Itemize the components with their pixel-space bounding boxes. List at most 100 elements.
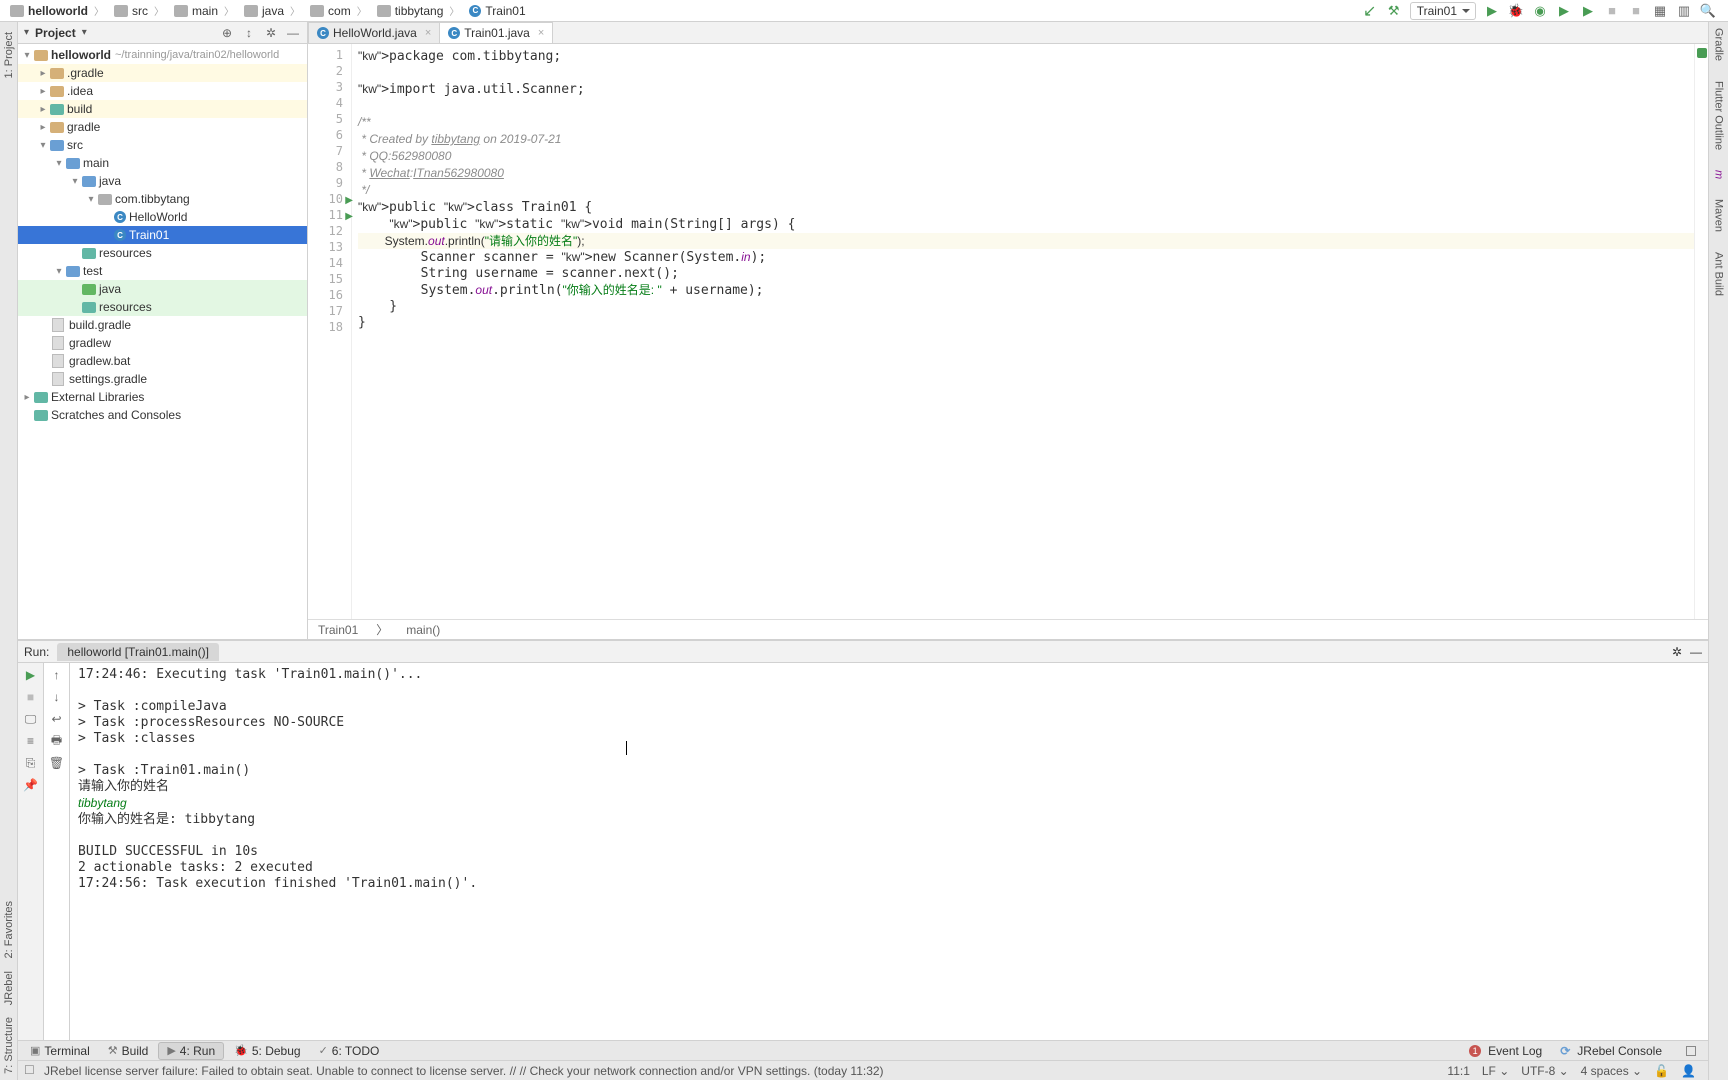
build-icon[interactable]: ⚒ — [1386, 3, 1402, 19]
search-icon[interactable]: 🔍 — [1700, 3, 1716, 19]
down-icon[interactable]: ↓ — [49, 689, 65, 705]
todo-icon: ✓ — [319, 1044, 328, 1057]
stop-icon[interactable]: ■ — [1604, 3, 1620, 19]
tool-window-button[interactable]: 1Event Log — [1461, 1043, 1550, 1059]
tree-node[interactable]: ▾src — [18, 136, 307, 154]
tree-node[interactable]: resources — [18, 244, 307, 262]
tree-node[interactable]: settings.gradle — [18, 370, 307, 388]
layout-icon[interactable]: ▥ — [1676, 3, 1692, 19]
tool-window-button[interactable]: 1: Project — [3, 32, 15, 78]
hide-icon[interactable]: — — [285, 25, 301, 41]
tool-window-button[interactable]: Maven — [1713, 199, 1725, 232]
run-config-combo[interactable]: Train01 — [1410, 2, 1476, 20]
sort-icon[interactable]: ↕ — [241, 25, 257, 41]
tool-window-button[interactable]: ▣Terminal — [22, 1043, 98, 1059]
tree-node[interactable]: ▸.gradle — [18, 64, 307, 82]
debug-icon[interactable]: 🐞 — [1508, 3, 1524, 19]
pin-icon[interactable]: 📌 — [23, 777, 39, 793]
tool-window-button[interactable]: Gradle — [1713, 28, 1725, 61]
tree-node[interactable]: gradlew.bat — [18, 352, 307, 370]
gear-icon[interactable]: ✲ — [1672, 645, 1682, 659]
breadcrumb[interactable]: src〉 — [110, 3, 170, 18]
tool-window-button[interactable]: 7: Structure — [3, 1017, 15, 1074]
breadcrumb[interactable]: com〉 — [306, 3, 373, 18]
layout-icon[interactable]: ⎘ — [23, 755, 39, 771]
coverage-icon[interactable]: ◉ — [1532, 3, 1548, 19]
tree-node[interactable]: resources — [18, 298, 307, 316]
breadcrumb[interactable]: helloworld〉 — [6, 3, 110, 18]
tree-node-selected[interactable]: CTrain01 — [18, 226, 307, 244]
close-icon[interactable]: × — [425, 27, 431, 39]
tool-window-button[interactable]: 2: Favorites — [3, 901, 15, 958]
tool-window-button[interactable]: Flutter Outline — [1713, 81, 1725, 150]
clear-icon[interactable]: 🗑 — [49, 755, 65, 771]
tree-node[interactable]: ▾java — [18, 172, 307, 190]
gear-icon[interactable]: ✲ — [263, 25, 279, 41]
chevron-down-icon[interactable]: ▾ — [82, 27, 87, 38]
editor[interactable]: 1234 56789 10▶ 11▶ 12131415161718 "kw">p… — [308, 44, 1708, 619]
editor-tab[interactable]: CHelloWorld.java× — [308, 22, 440, 43]
gutter[interactable]: 1234 56789 10▶ 11▶ 12131415161718 — [308, 44, 352, 619]
tool-window-button[interactable]: ⚒Build — [100, 1043, 157, 1059]
tree-node[interactable]: ▸External Libraries — [18, 388, 307, 406]
memory-indicator[interactable] — [1672, 1045, 1704, 1057]
layout-icon[interactable]: ≡ — [23, 733, 39, 749]
run-gutter-icon[interactable]: ▶ — [345, 195, 353, 206]
inspector-icon[interactable]: 👤 — [1675, 1064, 1702, 1078]
tree-node[interactable]: ▾main — [18, 154, 307, 172]
tree-node[interactable]: ▸gradle — [18, 118, 307, 136]
tool-window-button[interactable]: Ant Build — [1713, 252, 1725, 296]
tree-node[interactable]: ▾com.tibbytang — [18, 190, 307, 208]
stop-icon[interactable]: ■ — [23, 689, 39, 705]
status-message: JRebel license server failure: Failed to… — [44, 1064, 884, 1078]
close-icon[interactable]: × — [538, 27, 544, 39]
breadcrumb[interactable]: java〉 — [240, 3, 306, 18]
tree-node[interactable]: java — [18, 280, 307, 298]
tool-window-button[interactable]: m — [1713, 170, 1725, 179]
wrap-icon[interactable]: ↩ — [49, 711, 65, 727]
error-stripe[interactable] — [1694, 44, 1708, 619]
tree-node[interactable]: ▾test — [18, 262, 307, 280]
breadcrumb[interactable]: tibbytang〉 — [373, 3, 466, 18]
chevron-down-icon[interactable]: ▾ — [24, 27, 29, 38]
tree-node-root[interactable]: ▾helloworld~/trainning/java/train02/hell… — [18, 46, 307, 64]
sync-icon[interactable]: ↙ — [1362, 3, 1378, 19]
profile-icon[interactable]: ▶ — [1556, 3, 1572, 19]
tool-window-button[interactable]: JRebel — [3, 971, 15, 1005]
layout-icon[interactable]: ▦ — [1652, 3, 1668, 19]
tree-node[interactable]: gradlew — [18, 334, 307, 352]
tree-node[interactable]: Scratches and Consoles — [18, 406, 307, 424]
console-output[interactable]: 17:24:46: Executing task 'Train01.main()… — [70, 663, 1708, 1040]
tool-window-button[interactable]: 🐞5: Debug — [226, 1043, 308, 1059]
tree-node[interactable]: ▸build — [18, 100, 307, 118]
attach-icon[interactable]: ▶ — [1580, 3, 1596, 19]
print-icon[interactable]: 🖶 — [49, 733, 65, 749]
project-tree[interactable]: ▾helloworld~/trainning/java/train02/hell… — [18, 44, 307, 639]
tool-window-button[interactable]: ⟳JRebel Console — [1552, 1043, 1670, 1059]
breadcrumb[interactable]: main〉 — [170, 3, 240, 18]
run-icon[interactable]: ▶ — [1484, 3, 1500, 19]
line-ending[interactable]: LF ⌄ — [1476, 1064, 1515, 1078]
indent[interactable]: 4 spaces ⌄ — [1575, 1064, 1648, 1078]
up-icon[interactable]: ↑ — [49, 667, 65, 683]
editor-breadcrumbs[interactable]: Train01〉main() — [308, 619, 1708, 639]
breadcrumb[interactable]: CTrain01 — [465, 4, 529, 18]
editor-tab-active[interactable]: CTrain01.java× — [439, 22, 553, 43]
tree-node[interactable]: ▸.idea — [18, 82, 307, 100]
rerun-icon[interactable]: ▶ — [23, 667, 39, 683]
lock-icon[interactable]: 🔓 — [1648, 1064, 1675, 1078]
hide-icon[interactable]: — — [1690, 645, 1702, 659]
stop-icon[interactable]: ■ — [1628, 3, 1644, 19]
tool-window-button[interactable]: ✓6: TODO — [311, 1043, 388, 1059]
cursor-position[interactable]: 11:1 — [1441, 1064, 1475, 1078]
tree-node[interactable]: CHelloWorld — [18, 208, 307, 226]
tool-window-button-active[interactable]: ▶4: Run — [158, 1042, 224, 1060]
locate-icon[interactable]: ⊕ — [219, 25, 235, 41]
tree-node[interactable]: build.gradle — [18, 316, 307, 334]
status-icon[interactable]: ☐ — [24, 1063, 40, 1079]
encoding[interactable]: UTF-8 ⌄ — [1515, 1064, 1574, 1078]
code-area[interactable]: "kw">package com.tibbytang; "kw">import … — [352, 44, 1694, 619]
run-gutter-icon[interactable]: ▶ — [345, 211, 353, 222]
run-tab[interactable]: helloworld [Train01.main()] — [57, 643, 219, 661]
attach-icon[interactable]: 🖵 — [23, 711, 39, 727]
